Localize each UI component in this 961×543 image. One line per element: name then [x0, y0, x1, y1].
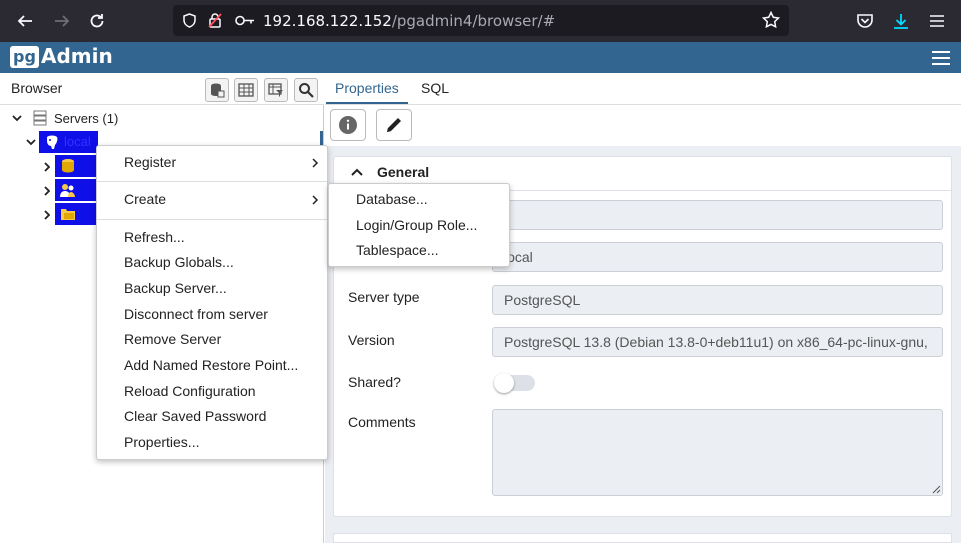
insecure-lock-icon: [208, 13, 222, 28]
tablespace-folder-icon: [61, 209, 75, 220]
chevron-down-icon: [26, 139, 36, 146]
downloads-button[interactable]: [889, 9, 913, 33]
pocket-icon: [857, 14, 873, 28]
menu-item-disconnect[interactable]: Disconnect from server: [124, 306, 268, 322]
shared-toggle[interactable]: [494, 373, 535, 393]
submenu-item-tablespace[interactable]: Tablespace...: [356, 242, 439, 258]
url-text: 192.168.122.152/pgadmin4/browser/#: [263, 12, 555, 30]
object-explorer-button[interactable]: [205, 78, 229, 102]
app-menu-button[interactable]: [925, 9, 949, 33]
reload-icon: [90, 14, 104, 28]
next-section: [333, 533, 952, 543]
reload-button[interactable]: [85, 9, 109, 33]
pgadmin-logo-name: Admin: [41, 44, 113, 68]
scrollbar-thumb[interactable]: [320, 131, 323, 146]
version-field[interactable]: PostgreSQL 13.8 (Debian 13.8-0+deb11u1) …: [492, 327, 943, 357]
tree-node-login-roles[interactable]: [42, 180, 52, 202]
chevron-right-icon: [44, 186, 51, 196]
bookmark-star-icon[interactable]: [762, 11, 780, 29]
server-type-field[interactable]: PostgreSQL: [492, 285, 943, 315]
forward-arrow-icon: [55, 15, 70, 27]
forward-button[interactable]: [50, 9, 74, 33]
pgadmin-header: [0, 42, 961, 73]
chevron-right-icon: [312, 195, 319, 205]
shield-icon: [183, 13, 196, 28]
back-button[interactable]: [13, 9, 37, 33]
resize-grip-icon[interactable]: [932, 485, 941, 494]
menu-item-refresh[interactable]: Refresh...: [124, 229, 185, 245]
url-host: 192.168.122.152: [263, 12, 392, 30]
pocket-button[interactable]: [853, 9, 877, 33]
menu-item-reload-config[interactable]: Reload Configuration: [124, 383, 256, 399]
menu-icon: [930, 15, 944, 27]
url-bar[interactable]: 192.168.122.152/pgadmin4/browser/#: [173, 5, 789, 36]
chevron-down-icon: [12, 115, 22, 122]
menu-item-create[interactable]: Create: [124, 191, 166, 207]
roles-icon: [60, 184, 75, 197]
comments-label: Comments: [348, 414, 416, 430]
filter-table-icon: [268, 83, 283, 97]
tree-node-tablespaces[interactable]: [42, 204, 52, 226]
servers-label: Servers (1): [54, 110, 119, 126]
view-data-button[interactable]: [234, 78, 258, 102]
tab-sql[interactable]: SQL: [421, 80, 449, 96]
menu-item-register[interactable]: Register: [124, 154, 176, 170]
active-tab-indicator: [326, 102, 408, 104]
hamburger-menu-icon[interactable]: [931, 49, 951, 67]
general-section-title[interactable]: General: [377, 164, 429, 180]
edit-button[interactable]: [376, 109, 412, 141]
toggle-knob: [494, 373, 514, 393]
database-query-icon: [211, 83, 225, 98]
download-icon: [894, 14, 908, 29]
menu-item-properties[interactable]: Properties...: [124, 434, 199, 450]
key-icon: [235, 15, 254, 26]
name-field[interactable]: local: [492, 242, 943, 272]
servers-icon: [33, 110, 47, 126]
databases-icon: [62, 159, 74, 173]
chevron-right-icon: [44, 162, 51, 172]
info-icon: [339, 116, 357, 134]
tab-properties[interactable]: Properties: [335, 80, 399, 96]
search-objects-button[interactable]: [294, 78, 318, 102]
url-path: /pgadmin4/browser/#: [391, 12, 556, 30]
browser-panel-title: Browser: [11, 80, 63, 96]
pgadmin-logo-mark: pg: [10, 46, 39, 68]
tree-node-local[interactable]: [25, 131, 37, 153]
info-button[interactable]: [330, 109, 366, 141]
postgres-elephant-icon: [47, 135, 58, 149]
chevron-right-icon: [44, 210, 51, 220]
filtered-rows-button[interactable]: [264, 78, 288, 102]
back-arrow-icon: [17, 15, 32, 27]
chevron-right-icon: [312, 158, 319, 168]
menu-separator: [97, 181, 327, 182]
tree-node-servers[interactable]: Servers (1): [11, 107, 118, 129]
menu-item-backup-globals[interactable]: Backup Globals...: [124, 254, 234, 270]
tree-node-databases[interactable]: [42, 156, 52, 178]
server-type-label: Server type: [348, 289, 420, 305]
id-field[interactable]: [492, 200, 943, 230]
search-icon: [299, 83, 314, 98]
menu-item-remove-server[interactable]: Remove Server: [124, 331, 221, 347]
chevron-up-icon[interactable]: [350, 166, 364, 178]
table-icon: [238, 83, 254, 97]
pencil-icon: [387, 118, 401, 132]
menu-item-backup-server[interactable]: Backup Server...: [124, 280, 227, 296]
menu-item-clear-password[interactable]: Clear Saved Password: [124, 408, 266, 424]
submenu-item-login-role[interactable]: Login/Group Role...: [356, 217, 477, 233]
menu-separator: [97, 219, 327, 220]
submenu-item-database[interactable]: Database...: [356, 191, 428, 207]
version-label: Version: [348, 332, 395, 348]
comments-textarea[interactable]: [492, 409, 943, 496]
menu-item-add-restore-point[interactable]: Add Named Restore Point...: [124, 357, 298, 373]
server-label: local: [64, 134, 91, 149]
shared-label: Shared?: [348, 374, 401, 390]
